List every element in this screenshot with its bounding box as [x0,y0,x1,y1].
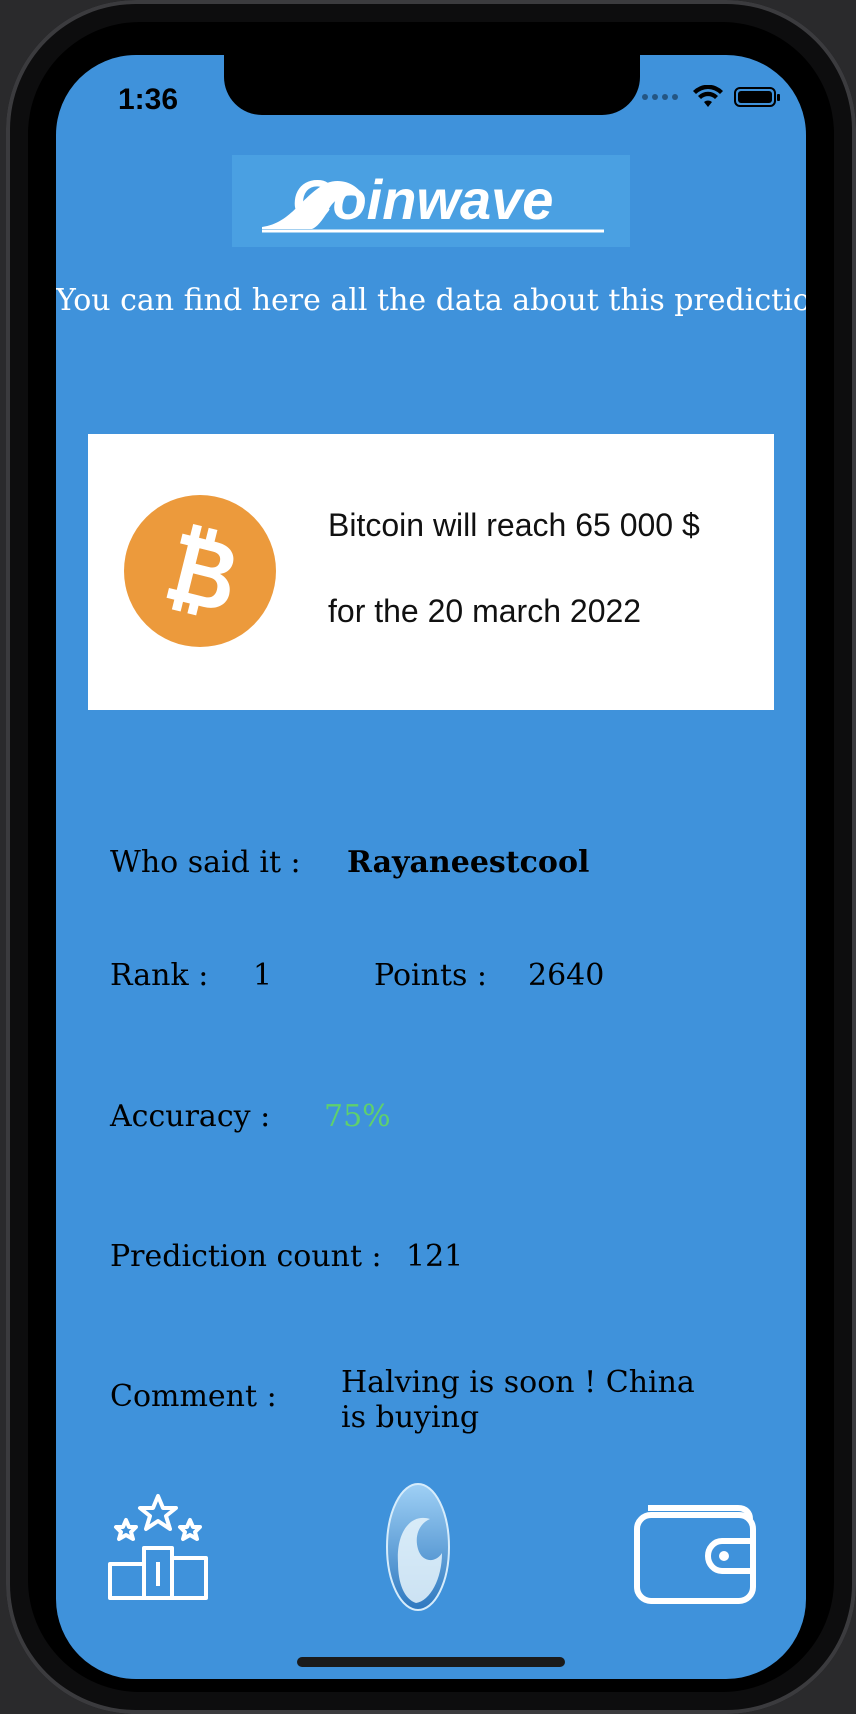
rank-label: Rank : [110,958,209,993]
battery-icon [734,87,780,107]
prediction-count-label: Prediction count : [110,1239,382,1274]
app-screen: 1:36 Coinwave You can find here all the … [56,55,806,1679]
leaderboard-podium-icon[interactable] [108,1492,208,1602]
cellular-signal-icon [642,94,678,100]
points-label: Points : [374,958,488,993]
coinwave-wave-icon[interactable] [386,1483,450,1611]
status-icons [642,85,780,109]
prediction-card: Bitcoin will reach 65 000 $ for the 20 m… [88,434,774,710]
status-time: 1:36 [118,83,179,116]
prediction-count-value: 121 [406,1239,464,1274]
accuracy-label: Accuracy : [110,1099,271,1134]
prediction-target: Bitcoin will reach 65 000 $ [328,507,700,543]
wallet-icon[interactable] [634,1505,758,1605]
prediction-date: for the 20 march 2022 [328,593,642,629]
coinwave-logo: Coinwave [232,155,630,247]
device-notch [224,55,640,115]
comment-value: Halving is soon ! China is buying [341,1365,695,1435]
points-value: 2640 [528,958,605,993]
home-indicator[interactable] [297,1657,565,1667]
comment-label: Comment : [110,1379,277,1414]
accuracy-value: 75% [324,1099,391,1134]
page-subtitle: You can find here all the data about thi… [56,283,806,318]
author-value[interactable]: Rayaneestcool [347,845,589,880]
author-label: Who said it : [110,845,301,880]
logo-text: Coinwave [292,168,554,231]
wifi-icon [693,85,723,107]
rank-value: 1 [253,958,273,993]
bitcoin-icon [124,495,276,647]
